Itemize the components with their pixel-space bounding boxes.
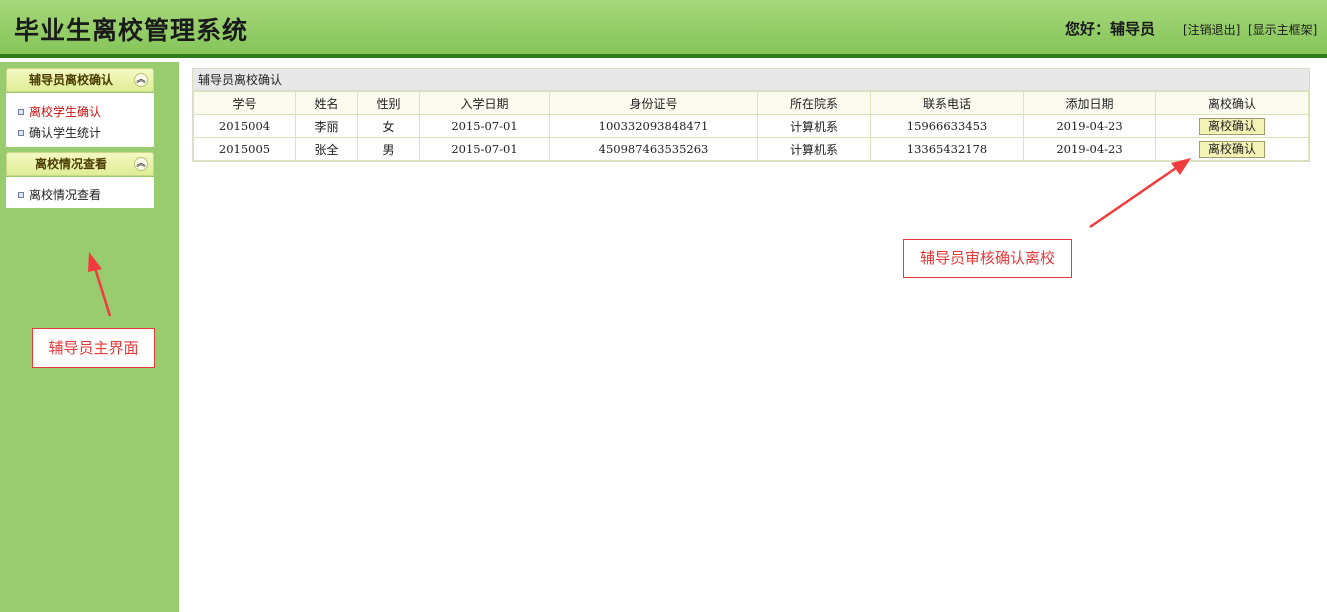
menu-item-confirm-students[interactable]: 离校学生确认 (18, 103, 101, 120)
cell-department: 计算机系 (757, 137, 871, 161)
bullet-icon (18, 108, 24, 115)
bullet-icon (18, 129, 24, 136)
column-header: 联系电话 (870, 91, 1024, 115)
panel-title: 辅导员离校确认 (193, 69, 1309, 91)
menu-item-label: 离校学生确认 (29, 105, 102, 119)
double-chevron-up-icon[interactable]: ︽ (134, 157, 148, 171)
table-header-row: 学号 姓名 性别 入学日期 身份证号 所在院系 联系电话 添加日期 离校确认 (193, 91, 1309, 115)
cell-name: 李丽 (295, 114, 358, 138)
cell-added-date: 2019-04-23 (1023, 114, 1156, 138)
cell-enroll-date: 2015-07-01 (419, 137, 550, 161)
cell-enroll-date: 2015-07-01 (419, 114, 550, 138)
cell-department: 计算机系 (757, 114, 871, 138)
cell-gender: 男 (357, 137, 420, 161)
column-header: 离校确认 (1155, 91, 1309, 115)
column-header: 性别 (357, 91, 420, 115)
menu-group-title: 离校情况查看 (34, 157, 107, 171)
app-title: 毕业生离校管理系统 (14, 16, 249, 45)
confirm-arrow-icon (1089, 158, 1191, 229)
cell-student-id: 2015004 (193, 114, 296, 138)
confirm-annotation: 辅导员审核确认离校 (903, 239, 1072, 278)
cell-gender: 女 (357, 114, 420, 138)
column-header: 所在院系 (757, 91, 871, 115)
menu-group-body: 离校情况查看 (6, 177, 154, 208)
cell-phone: 13365432178 (870, 137, 1024, 161)
table-row: 2015004 李丽 女 2015-07-01 100332093848471 … (193, 114, 1309, 138)
sidebar-annotation: 辅导员主界面 (32, 328, 155, 368)
column-header: 学号 (193, 91, 296, 115)
cell-id-card: 100332093848471 (549, 114, 758, 138)
menu-group-departure-view[interactable]: 离校情况查看 ︽ (6, 152, 154, 176)
departure-confirm-panel: 辅导员离校确认 学号 姓名 性别 入学日期 身份证号 所在院系 联系电话 添加日… (192, 68, 1310, 162)
cell-phone: 15966633453 (870, 114, 1024, 138)
menu-item-label: 确认学生统计 (29, 126, 102, 140)
double-chevron-up-icon[interactable]: ︽ (134, 73, 148, 87)
menu-item-departure-view[interactable]: 离校情况查看 (18, 186, 101, 203)
logout-link[interactable]: [注销退出] (1183, 21, 1240, 38)
cell-name: 张全 (295, 137, 358, 161)
column-header: 姓名 (295, 91, 358, 115)
cell-action: 离校确认 (1155, 137, 1309, 161)
cell-action: 离校确认 (1155, 114, 1309, 138)
menu-group-title: 辅导员离校确认 (28, 73, 113, 87)
menu-item-label: 离校情况查看 (29, 188, 102, 202)
column-header: 入学日期 (419, 91, 550, 115)
confirm-departure-button[interactable]: 离校确认 (1199, 140, 1265, 158)
table-row: 2015005 张全 男 2015-07-01 450987463535263 … (193, 137, 1309, 161)
menu-group-counselor-confirm[interactable]: 辅导员离校确认 ︽ (6, 68, 154, 92)
cell-added-date: 2019-04-23 (1023, 137, 1156, 161)
menu-item-confirmed-stats[interactable]: 确认学生统计 (18, 124, 101, 141)
menu-group-body: 离校学生确认 确认学生统计 (6, 93, 154, 147)
column-header: 添加日期 (1023, 91, 1156, 115)
cell-id-card: 450987463535263 (549, 137, 758, 161)
user-greeting: 您好：辅导员 (1065, 20, 1156, 38)
bullet-icon (18, 191, 24, 198)
app-header: 毕业生离校管理系统 您好：辅导员 [注销退出] [显示主框架] (0, 0, 1327, 58)
confirm-departure-button[interactable]: 离校确认 (1199, 117, 1265, 135)
students-table: 学号 姓名 性别 入学日期 身份证号 所在院系 联系电话 添加日期 离校确认 2… (193, 91, 1309, 161)
show-main-frame-link[interactable]: [显示主框架] (1248, 21, 1317, 38)
cell-student-id: 2015005 (193, 137, 296, 161)
column-header: 身份证号 (549, 91, 758, 115)
